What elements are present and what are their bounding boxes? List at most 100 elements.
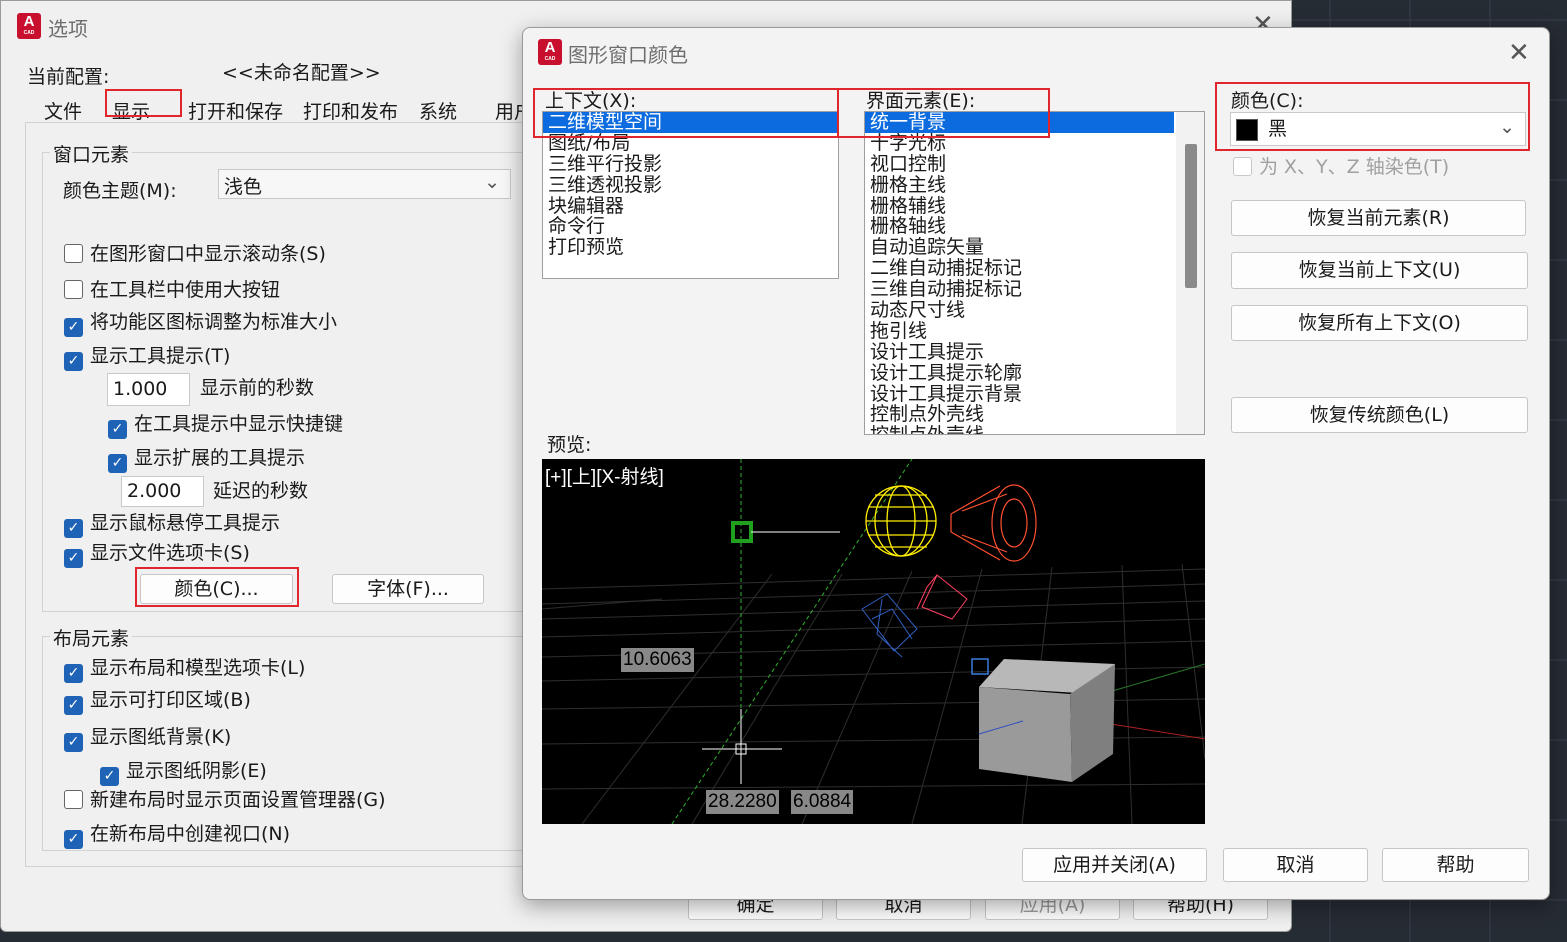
rollover-tooltips-label: 显示鼠标悬停工具提示 <box>90 512 281 534</box>
window-elements-label: 窗口元素 <box>50 140 133 167</box>
show-tooltips-checkbox[interactable]: ✓ 显示工具提示(T) <box>64 345 230 371</box>
options-title: 选项 <box>48 17 88 41</box>
create-viewport-checkbox[interactable]: ✓ 在新布局中创建视口(N) <box>64 823 290 849</box>
tab-plot-publish[interactable]: 打印和发布 <box>303 97 398 124</box>
color-theme-select[interactable]: 浅色 ⌄ <box>218 169 511 199</box>
checkbox-box <box>1233 157 1252 176</box>
check-icon: ✓ <box>64 696 83 715</box>
list-item[interactable]: 三维平行投影 <box>543 153 838 175</box>
extended-delay-input[interactable]: 2.000 <box>121 476 204 507</box>
scrollbar-thumb[interactable] <box>1185 144 1197 288</box>
shortcut-keys-label: 在工具提示中显示快捷键 <box>134 413 344 435</box>
tab-files[interactable]: 文件 <box>44 97 82 124</box>
color-cancel-button[interactable]: 取消 <box>1223 848 1368 882</box>
list-item[interactable]: 控制点外壳线 <box>865 404 1174 425</box>
list-scrollbar[interactable] <box>1176 112 1204 434</box>
layout-model-tabs-label: 显示布局和模型选项卡(L) <box>90 657 306 679</box>
list-item[interactable]: 拖引线 <box>865 321 1174 342</box>
check-icon: ✓ <box>64 318 83 337</box>
chevron-down-icon: ⌄ <box>484 171 500 193</box>
extended-delay-label: 延迟的秒数 <box>213 480 309 502</box>
color-theme-label: 颜色主题(M): <box>63 180 177 202</box>
color-theme-value: 浅色 <box>224 176 263 198</box>
tint-xyz-label: 为 X、Y、Z 轴染色(T) <box>1259 156 1450 178</box>
tab-user[interactable]: 用户 <box>495 97 523 124</box>
checkbox-box <box>64 280 83 299</box>
restore-element-button[interactable]: 恢复当前元素(R) <box>1231 200 1526 236</box>
page-setup-label: 新建布局时显示页面设置管理器(G) <box>90 789 386 811</box>
list-item[interactable]: 栅格主线 <box>865 174 1174 196</box>
show-tooltips-label: 显示工具提示(T) <box>90 345 231 367</box>
color-highlight <box>1215 82 1530 151</box>
fonts-button[interactable]: 字体(F)... <box>332 574 484 604</box>
preview-label: 预览: <box>547 434 592 456</box>
extended-tooltips-checkbox[interactable]: ✓ 显示扩展的工具提示 <box>108 447 305 473</box>
crosshair-cursor <box>702 709 782 784</box>
rollover-tooltips-checkbox[interactable]: ✓ 显示鼠标悬停工具提示 <box>64 512 280 538</box>
list-item[interactable]: 设计工具提示背景 <box>865 383 1174 405</box>
checkbox-box <box>64 790 83 809</box>
list-item[interactable]: 设计工具提示轮廓 <box>865 362 1174 384</box>
element-highlight <box>837 88 1050 138</box>
dimension-value: 28.2280 <box>706 790 779 814</box>
large-buttons-label: 在工具栏中使用大按钮 <box>90 279 281 301</box>
tab-system[interactable]: 系统 <box>419 97 457 124</box>
list-item[interactable]: 控制点外壳线 <box>865 425 1174 434</box>
list-item[interactable]: 设计工具提示 <box>865 341 1174 363</box>
file-tabs-label: 显示文件选项卡(S) <box>90 542 250 564</box>
check-icon: ✓ <box>64 664 83 683</box>
tooltip-delay-input[interactable]: 1.000 <box>107 373 190 406</box>
list-item[interactable]: 动态尺寸线 <box>865 300 1174 321</box>
file-tabs-checkbox[interactable]: ✓ 显示文件选项卡(S) <box>64 542 250 568</box>
list-item[interactable]: 二维自动捕捉标记 <box>865 258 1174 279</box>
element-list[interactable]: 统一背景 十字光标 视口控制 栅格主线 栅格辅线 栅格轴线 自动追踪矢量 二维自… <box>864 111 1205 435</box>
scrollbars-label: 在图形窗口中显示滚动条(S) <box>90 243 326 265</box>
list-item[interactable]: 三维透视投影 <box>543 174 838 196</box>
printable-area-label: 显示可打印区域(B) <box>90 689 251 711</box>
restore-all-button[interactable]: 恢复所有上下文(O) <box>1231 305 1528 341</box>
layout-model-tabs-checkbox[interactable]: ✓ 显示布局和模型选项卡(L) <box>64 657 305 683</box>
close-icon[interactable]: ✕ <box>1508 40 1530 66</box>
scrollbars-checkbox[interactable]: 在图形窗口中显示滚动条(S) <box>64 243 326 265</box>
tint-xyz-checkbox[interactable]: 为 X、Y、Z 轴染色(T) <box>1233 156 1449 178</box>
color-dialog-title: 图形窗口颜色 <box>568 43 688 67</box>
printable-area-checkbox[interactable]: ✓ 显示可打印区域(B) <box>64 689 251 715</box>
list-item[interactable]: 栅格辅线 <box>865 195 1174 217</box>
color-help-button[interactable]: 帮助 <box>1382 848 1529 882</box>
tab-open-save[interactable]: 打开和保存 <box>188 97 283 124</box>
dimension-value: 6.0884 <box>791 790 854 814</box>
list-item[interactable]: 打印预览 <box>543 237 838 258</box>
wire-camera <box>861 593 918 658</box>
check-icon: ✓ <box>64 830 83 849</box>
checkbox-box <box>64 244 83 263</box>
wire-sphere <box>865 485 937 557</box>
paper-background-label: 显示图纸背景(K) <box>90 726 232 748</box>
restore-classic-button[interactable]: 恢复传统颜色(L) <box>1231 397 1528 433</box>
check-icon: ✓ <box>108 454 127 473</box>
check-icon: ✓ <box>100 767 119 786</box>
solid-box <box>979 659 1115 782</box>
resize-ribbon-checkbox[interactable]: ✓ 将功能区图标调整为标准大小 <box>64 311 337 337</box>
shortcut-keys-checkbox[interactable]: ✓ 在工具提示中显示快捷键 <box>108 413 343 439</box>
restore-context-button[interactable]: 恢复当前上下文(U) <box>1231 252 1528 289</box>
list-item[interactable]: 三维自动捕捉标记 <box>865 279 1174 300</box>
list-item[interactable]: 命令行 <box>543 216 838 237</box>
check-icon: ✓ <box>64 549 83 568</box>
layout-elements-label: 布局元素 <box>50 624 133 651</box>
paper-background-checkbox[interactable]: ✓ 显示图纸背景(K) <box>64 726 231 752</box>
wire-cone <box>950 484 1037 562</box>
context-highlight <box>533 88 839 138</box>
display-tab-highlight <box>105 89 182 117</box>
profile-value: <<未命名配置>> <box>222 62 381 84</box>
autocad-logo: A CAD <box>538 39 562 65</box>
snap-marker <box>731 521 753 543</box>
large-buttons-checkbox[interactable]: 在工具栏中使用大按钮 <box>64 279 280 301</box>
page-setup-checkbox[interactable]: 新建布局时显示页面设置管理器(G) <box>64 789 386 811</box>
apply-close-button[interactable]: 应用并关闭(A) <box>1022 848 1207 882</box>
paper-shadow-checkbox[interactable]: ✓ 显示图纸阴影(E) <box>100 760 267 786</box>
list-item[interactable]: 栅格轴线 <box>865 216 1174 237</box>
list-item[interactable]: 自动追踪矢量 <box>865 237 1174 258</box>
list-item[interactable]: 视口控制 <box>865 153 1174 175</box>
list-item[interactable]: 块编辑器 <box>543 195 838 217</box>
create-viewport-label: 在新布局中创建视口(N) <box>90 823 291 845</box>
